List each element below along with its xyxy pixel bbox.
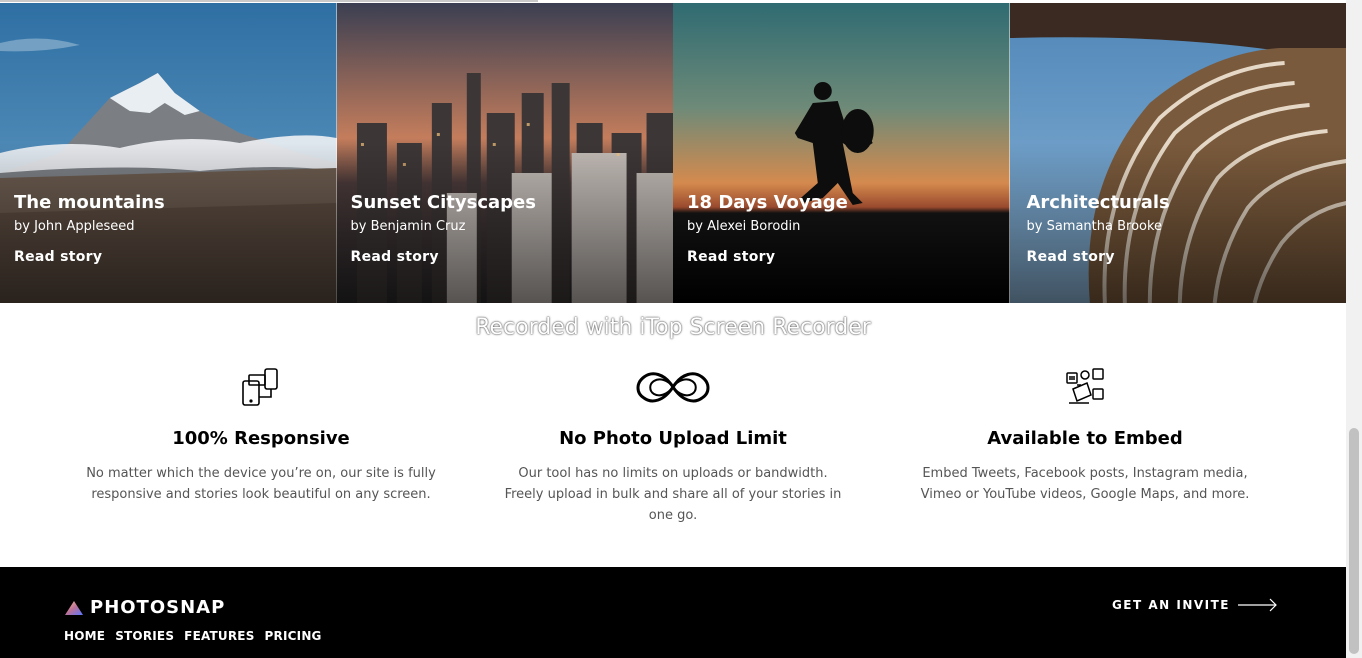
stories-grid: The mountains by John Appleseed Read sto… bbox=[0, 3, 1346, 303]
feature-title: No Photo Upload Limit bbox=[559, 428, 787, 449]
infinity-icon bbox=[498, 365, 848, 409]
story-title: Sunset Cityscapes bbox=[350, 192, 536, 213]
page: The mountains by John Appleseed Read sto… bbox=[0, 0, 1346, 658]
story-author: by John Appleseed bbox=[14, 219, 135, 234]
scrollbar-thumb[interactable] bbox=[1349, 428, 1359, 654]
feature-no-limit: No Photo Upload Limit Our tool has no li… bbox=[498, 365, 848, 526]
get-invite-link[interactable]: GET AN INVITE bbox=[1112, 598, 1278, 612]
story-card-architecturals[interactable]: Architecturals by Samantha Brooke Read s… bbox=[1009, 3, 1346, 303]
nav-stories-link[interactable]: STORIES bbox=[115, 629, 174, 643]
story-card-voyage[interactable]: 18 Days Voyage by Alexei Borodin Read st… bbox=[673, 3, 1010, 303]
feature-embed: Available to Embed Embed Tweets, Faceboo… bbox=[910, 365, 1260, 526]
get-invite-label: GET AN INVITE bbox=[1111, 598, 1230, 612]
responsive-devices-icon bbox=[86, 365, 436, 409]
recorder-watermark: Recorded with iTop Screen Recorder bbox=[475, 315, 871, 340]
arrow-right-icon bbox=[1238, 598, 1277, 612]
story-card-cityscapes[interactable]: Sunset Cityscapes by Benjamin Cruz Read … bbox=[336, 3, 673, 303]
nav-features-link[interactable]: FEATURES bbox=[184, 629, 254, 643]
top-divider bbox=[0, 0, 538, 2]
read-story-link[interactable]: Read story bbox=[14, 248, 165, 266]
read-story-link[interactable]: Read story bbox=[1027, 248, 1170, 266]
story-author: by Benjamin Cruz bbox=[350, 219, 466, 234]
feature-title: Available to Embed bbox=[987, 428, 1183, 449]
feature-description: Embed Tweets, Facebook posts, Instagram … bbox=[920, 466, 1250, 502]
feature-description: No matter which the device you’re on, ou… bbox=[86, 466, 436, 502]
story-author: by Alexei Borodin bbox=[687, 219, 801, 234]
read-story-link[interactable]: Read story bbox=[351, 248, 536, 266]
story-text: 18 Days Voyage by Alexei Borodin Read st… bbox=[687, 191, 848, 266]
feature-responsive: 100% Responsive No matter which the devi… bbox=[86, 365, 436, 526]
brand-name: PHOTOSNAP bbox=[90, 597, 226, 618]
story-title: 18 Days Voyage bbox=[687, 192, 848, 213]
story-text: Sunset Cityscapes by Benjamin Cruz Read … bbox=[351, 191, 536, 266]
story-text: The mountains by John Appleseed Read sto… bbox=[14, 191, 165, 266]
story-title: The mountains bbox=[14, 192, 165, 213]
story-title: Architecturals bbox=[1026, 192, 1170, 213]
footer-logo[interactable]: PHOTOSNAP bbox=[64, 597, 225, 618]
feature-title: 100% Responsive bbox=[172, 428, 350, 449]
logo-triangle-icon bbox=[65, 600, 83, 615]
footer-nav: HOME STORIES FEATURES PRICING bbox=[64, 629, 322, 643]
story-text: Architecturals by Samantha Brooke Read s… bbox=[1027, 191, 1170, 266]
embed-media-icon bbox=[910, 365, 1260, 409]
vertical-scrollbar[interactable] bbox=[1346, 0, 1362, 658]
nav-home-link[interactable]: HOME bbox=[64, 629, 105, 643]
story-author: by Samantha Brooke bbox=[1026, 219, 1163, 234]
read-story-link[interactable]: Read story bbox=[687, 248, 848, 266]
features-section: 100% Responsive No matter which the devi… bbox=[0, 365, 1346, 526]
nav-pricing-link[interactable]: PRICING bbox=[265, 629, 322, 643]
story-card-mountains[interactable]: The mountains by John Appleseed Read sto… bbox=[0, 3, 337, 303]
feature-description: Our tool has no limits on uploads or ban… bbox=[504, 466, 842, 523]
